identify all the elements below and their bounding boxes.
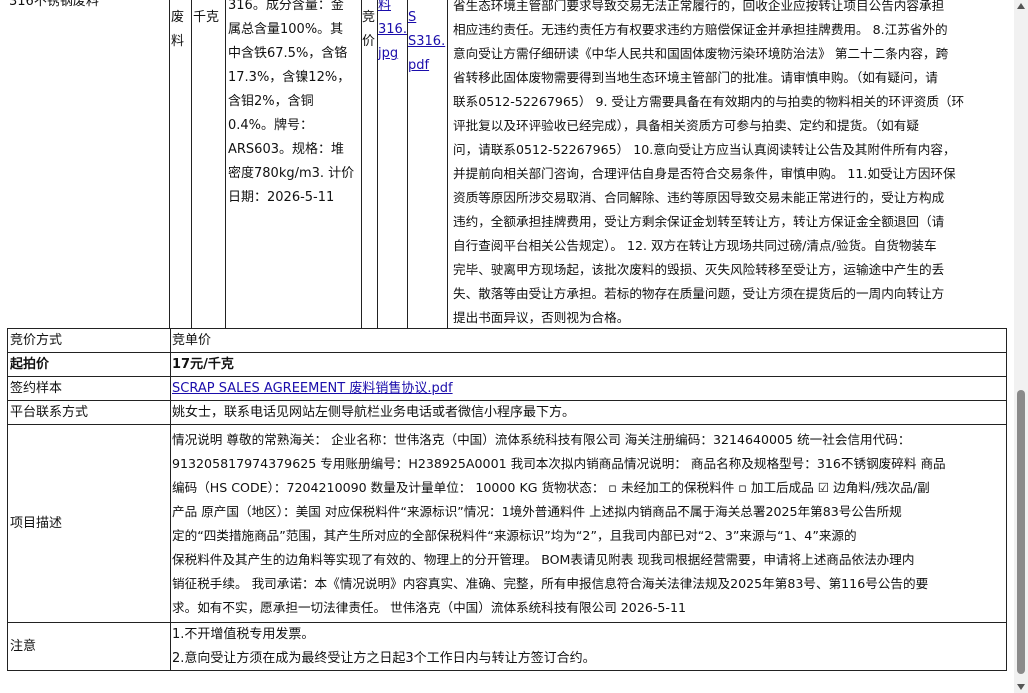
row-bid-method: 竞价方式 竞单价 — [8, 329, 1006, 353]
row-contact: 平台联系方式 姚女士，联系电话见网站左侧导航栏业务电话或者微信小程序最下方。 — [8, 401, 1006, 425]
info-table: 竞价方式 竞单价 起拍价 17元/千克 签约样本 SCRAP SALES AGR… — [7, 328, 1007, 671]
item-category: 废料 — [169, 0, 192, 328]
start-price-value: 17元/千克 — [172, 357, 234, 372]
start-price-label: 起拍价 — [10, 357, 50, 372]
item-name: 316不锈钢废料 — [7, 0, 170, 328]
contact-value: 姚女士，联系电话见网站左侧导航栏业务电话或者微信小程序最下方。 — [172, 405, 576, 420]
item-unit: 千克 — [191, 0, 226, 328]
sample-label: 签约样本 — [10, 381, 63, 396]
sample-agreement-link[interactable]: SCRAP SALES AGREEMENT 废料销售协议.pdf — [172, 377, 453, 400]
item-price-mode: 竞价 — [361, 0, 378, 328]
row-sample: 签约样本 SCRAP SALES AGREEMENT 废料销售协议.pdf — [8, 377, 1006, 401]
item-pdf-link[interactable]: S S316. pdf — [407, 0, 448, 328]
bid-method-value: 竞单价 — [172, 333, 212, 348]
row-description: 项目描述 情况说明 尊敬的常熟海关： 企业名称：世伟洛克（中国）流体系统科技有限… — [8, 425, 1006, 623]
item-notes: 省生态环境主管部门要求导致交易无法正常履行的，回收企业应按转让项目公告内容承担 … — [453, 0, 965, 325]
row-notice: 注意 1.不开增值税专用发票。 2.意向受让方须在成为最终受让方之日起3个工作日… — [8, 623, 1006, 670]
scroll-down-arrow-icon[interactable] — [1017, 684, 1025, 690]
item-spec: 316。成分含量：金 属总含量100%。其 中含铁67.5%，含铬 17.3%，… — [225, 0, 362, 328]
vertical-scrollbar[interactable] — [1014, 0, 1028, 693]
scrollbar-thumb[interactable] — [1017, 390, 1025, 674]
description-label: 项目描述 — [10, 516, 63, 531]
bid-method-label: 竞价方式 — [10, 333, 63, 348]
item-image-link[interactable]: 料 316. jpg — [377, 0, 408, 328]
scroll-up-arrow-icon[interactable] — [1017, 3, 1025, 9]
contact-label: 平台联系方式 — [10, 405, 89, 420]
item-detail-table: 316不锈钢废料 废料 千克 316。成分含量：金 属总含量100%。其 中含铁… — [7, 0, 1005, 328]
description-text: 情况说明 尊敬的常熟海关： 企业名称：世伟洛克（中国）流体系统科技有限公司 海关… — [172, 432, 946, 615]
notice-label: 注意 — [10, 639, 37, 654]
row-start-price: 起拍价 17元/千克 — [8, 353, 1006, 377]
notice-text: 1.不开增值税专用发票。 2.意向受让方须在成为最终受让方之日起3个工作日内与转… — [172, 627, 596, 666]
